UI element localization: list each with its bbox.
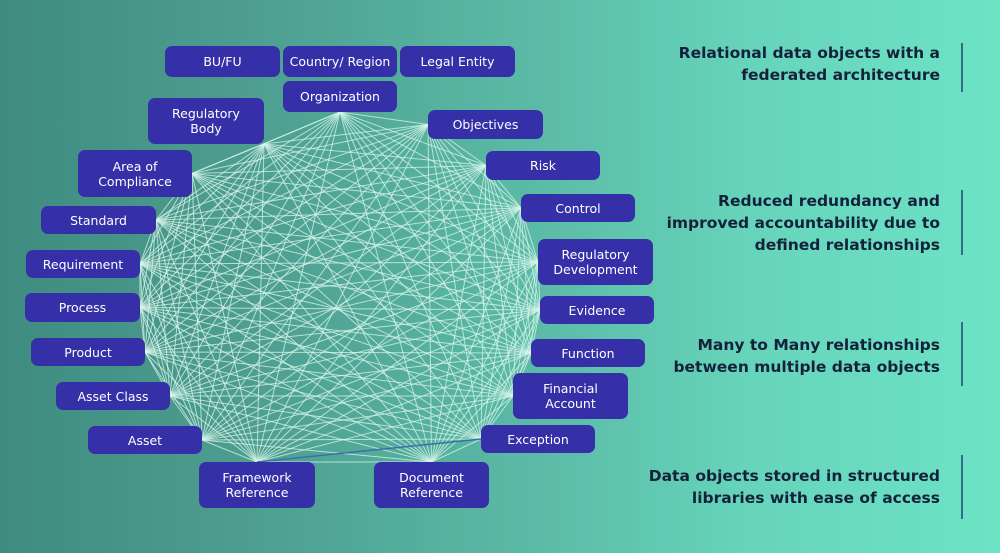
feature-federated-architecture: Relational data objects with a federated… [620, 42, 940, 86]
node-label: Asset [127, 432, 163, 448]
highlighted-relationship-edge [256, 438, 482, 463]
feature-reduced-redundancy: Reduced redundancy and improved accounta… [620, 190, 940, 256]
relationship-edge [191, 173, 482, 440]
relationship-edge [139, 263, 514, 397]
node-standard[interactable]: Standard [41, 206, 156, 234]
node-objectives[interactable]: Objectives [428, 110, 543, 139]
node-regulatory-body[interactable]: Regulatory Body [148, 98, 264, 144]
node-label: Country/ Region [289, 54, 391, 69]
node-label: Financial Account [543, 381, 598, 411]
node-label: BU/FU [203, 54, 242, 69]
node-requirement[interactable]: Requirement [26, 250, 140, 278]
node-evidence[interactable]: Evidence [540, 296, 654, 324]
node-bu-fu[interactable]: BU/FU [165, 46, 280, 77]
node-label: Framework Reference [222, 470, 292, 500]
node-label: Risk [530, 158, 556, 173]
node-label: Document Reference [399, 470, 464, 500]
feature-line: Relational data objects with a [678, 44, 940, 62]
feature-line: between multiple data objects [673, 358, 940, 376]
node-label: Area of Compliance [98, 158, 172, 189]
node-asset-class[interactable]: Asset Class [56, 382, 170, 410]
node-label: Evidence [568, 302, 626, 318]
separator-bar [961, 455, 963, 519]
node-label: Control [555, 200, 601, 216]
node-control[interactable]: Control [521, 194, 635, 222]
feature-line: Reduced redundancy and [718, 192, 940, 210]
separator-bar [961, 43, 963, 92]
node-financial-account[interactable]: Financial Account [513, 373, 628, 419]
feature-line: Many to Many relationships [697, 336, 940, 354]
node-exception[interactable]: Exception [481, 425, 595, 453]
node-label: Exception [507, 431, 569, 447]
feature-line: improved accountability due to [666, 214, 940, 232]
separator-bar [961, 190, 963, 255]
node-label: Process [58, 300, 107, 315]
node-label: Asset Class [77, 388, 149, 404]
node-risk[interactable]: Risk [486, 151, 600, 180]
node-organization[interactable]: Organization [283, 81, 397, 112]
node-asset[interactable]: Asset [88, 426, 202, 454]
relationship-edge [427, 124, 482, 440]
feature-line: defined relationships [754, 236, 940, 254]
node-legal-entity[interactable]: Legal Entity [400, 46, 515, 77]
feature-many-to-many: Many to Many relationships between multi… [620, 334, 940, 378]
relationship-edge [144, 351, 532, 354]
relationship-edge [139, 263, 171, 397]
node-label: Function [561, 345, 615, 361]
feature-line: libraries with ease of access [691, 489, 940, 507]
feature-line: Data objects stored in structured [648, 467, 940, 485]
feature-structured-libraries: Data objects stored in structured librar… [620, 465, 940, 509]
node-label: Legal Entity [420, 54, 495, 69]
relationship-edge [427, 124, 539, 263]
node-label: Organization [300, 89, 380, 104]
feature-line: federated architecture [741, 66, 940, 84]
node-framework-reference[interactable]: Framework Reference [199, 462, 315, 508]
node-label: Objectives [452, 117, 519, 132]
separator-bar [961, 322, 963, 386]
node-label: Regulatory Body [172, 106, 240, 136]
node-label: Product [64, 344, 112, 360]
node-country-region[interactable]: Country/ Region [283, 46, 397, 77]
node-label: Requirement [42, 256, 124, 272]
node-label: Standard [70, 212, 127, 228]
node-document-reference[interactable]: Document Reference [374, 462, 489, 508]
node-area-of-compliance[interactable]: Area of Compliance [78, 150, 192, 197]
node-process[interactable]: Process [25, 293, 140, 322]
relationship-edge [139, 261, 539, 265]
node-product[interactable]: Product [31, 338, 145, 366]
